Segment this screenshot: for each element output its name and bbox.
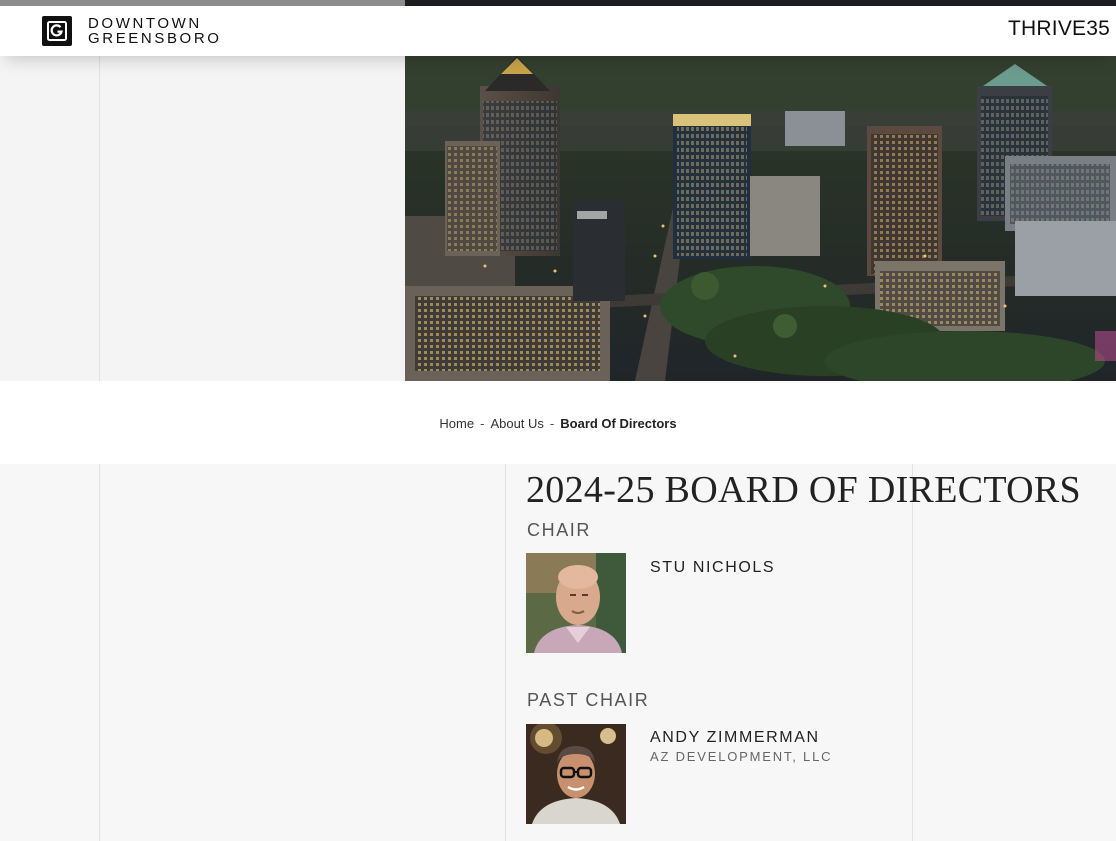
- grid-line: [505, 464, 506, 841]
- member-photo-stu-nichols: [526, 553, 626, 653]
- thrive35-link[interactable]: THRIVE35: [1008, 17, 1110, 41]
- g-box-logo-icon: [42, 16, 72, 46]
- hero-left-panel: [0, 56, 405, 381]
- breadcrumb-about-us[interactable]: About Us: [490, 416, 543, 431]
- member-organization: AZ DEVELOPMENT, LLC: [650, 749, 833, 764]
- hero-skyline-image: [405, 56, 1116, 381]
- logo-line-1: DOWNTOWN: [88, 15, 202, 32]
- member-name: ANDY ZIMMERMAN: [650, 729, 820, 746]
- breadcrumb-current: Board Of Directors: [560, 416, 677, 431]
- logo-line-2: GREENSBORO: [88, 30, 222, 47]
- logo-wordmark: DOWNTOWN GREENSBORO: [88, 16, 222, 46]
- breadcrumb-band: Home - About Us - Board Of Directors: [0, 381, 1116, 464]
- grid-line: [99, 464, 100, 841]
- breadcrumb-separator: -: [480, 416, 485, 431]
- grid-line: [912, 464, 913, 841]
- page-title: 2024-25 BOARD OF DIRECTORS: [526, 469, 1081, 511]
- member-name: STU NICHOLS: [650, 559, 776, 576]
- breadcrumb: Home - About Us - Board Of Directors: [0, 416, 1116, 431]
- main-content: 2024-25 BOARD OF DIRECTORS CHAIR STU NIC…: [0, 464, 1116, 841]
- board-role-heading: PAST CHAIR: [527, 690, 650, 710]
- site-logo-link[interactable]: DOWNTOWN GREENSBORO: [42, 14, 222, 48]
- board-role-heading: CHAIR: [527, 520, 592, 540]
- breadcrumb-separator: -: [549, 416, 555, 431]
- member-photo-andy-zimmerman: [526, 724, 626, 824]
- site-header: DOWNTOWN GREENSBORO THRIVE35: [0, 6, 1116, 56]
- breadcrumb-home[interactable]: Home: [439, 416, 474, 431]
